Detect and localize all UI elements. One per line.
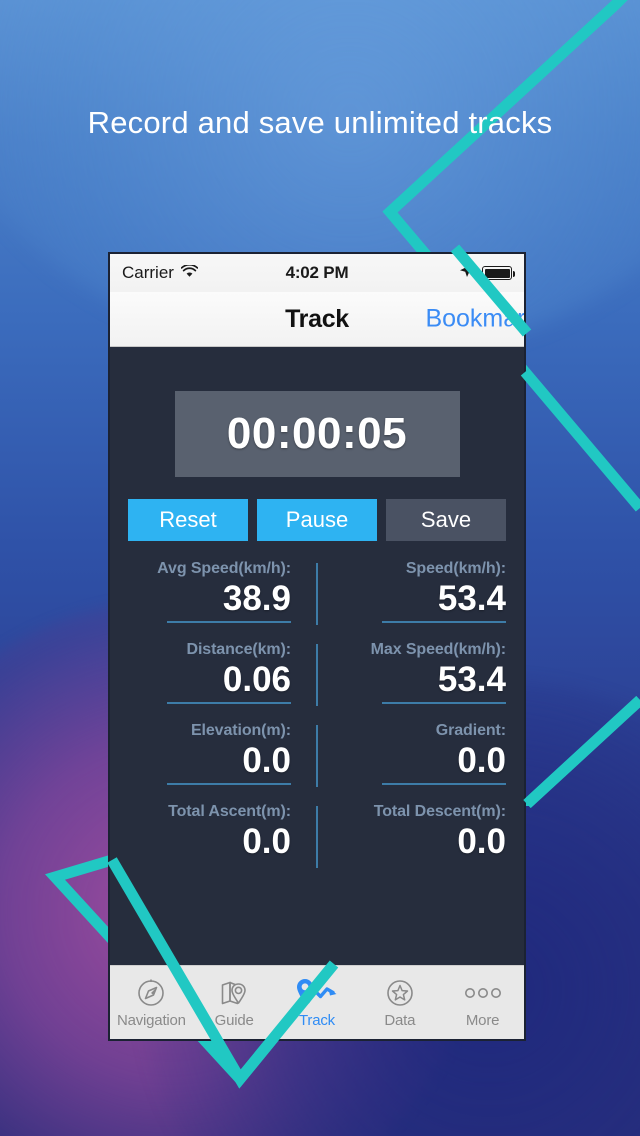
stat-underline — [167, 621, 291, 623]
ellipsis-icon — [464, 976, 502, 1010]
stat-underline — [167, 864, 291, 866]
stat-cell-gradient: Gradient: 0.0 — [317, 721, 506, 802]
promo-screenshot: Record and save unlimited tracks Carrier… — [0, 0, 640, 1136]
stat-label: Speed(km/h): — [405, 560, 506, 577]
stat-cell-distance: Distance(km): 0.06 — [128, 640, 317, 721]
track-screen-content: 00:00:05 Reset Pause Save Avg Speed(km/h… — [110, 347, 524, 967]
stat-value: 0.06 — [222, 660, 291, 699]
status-bar-right — [459, 263, 515, 283]
location-arrow-icon — [459, 263, 474, 283]
stats-grid: Avg Speed(km/h): 38.9 Speed(km/h): 53.4 … — [110, 541, 524, 883]
stat-label: Distance(km): — [186, 641, 291, 658]
column-divider — [316, 806, 318, 868]
stat-row: Avg Speed(km/h): 38.9 Speed(km/h): 53.4 — [128, 559, 506, 640]
controls-row: Reset Pause Save — [110, 477, 524, 541]
stat-label: Avg Speed(km/h): — [157, 560, 291, 577]
stat-row: Total Ascent(m): 0.0 Total Descent(m): 0… — [128, 802, 506, 883]
timer-container: 00:00:05 — [110, 347, 524, 477]
nav-title: Track — [285, 304, 349, 333]
stat-value: 53.4 — [437, 579, 506, 618]
phone-mockup: Carrier 4:02 PM Track Bookmar 00:00:05 R… — [108, 252, 526, 1041]
stat-value: 0.0 — [457, 741, 506, 780]
map-icon — [219, 976, 249, 1010]
tab-label: More — [465, 1012, 500, 1029]
stat-underline — [382, 783, 506, 785]
tab-guide[interactable]: Guide — [193, 966, 276, 1039]
stat-cell-total-ascent: Total Ascent(m): 0.0 — [128, 802, 317, 883]
stat-underline — [382, 702, 506, 704]
tab-label: Track — [299, 1012, 335, 1029]
stat-cell-elevation: Elevation(m): 0.0 — [128, 721, 317, 802]
stat-label: Elevation(m): — [190, 722, 291, 739]
column-divider — [316, 725, 318, 787]
stat-value: 0.0 — [242, 741, 291, 780]
stat-value: 0.0 — [242, 822, 291, 861]
stat-label: Total Ascent(m): — [168, 803, 291, 820]
track-pin-route-icon — [295, 976, 339, 1010]
stat-label: Max Speed(km/h): — [370, 641, 506, 658]
stat-label: Total Descent(m): — [373, 803, 506, 820]
timer-value: 00:00:05 — [226, 409, 408, 458]
bookmark-button[interactable]: Bookmark — [425, 305, 524, 334]
stat-cell-total-descent: Total Descent(m): 0.0 — [317, 802, 506, 883]
stat-cell-speed: Speed(km/h): 53.4 — [317, 559, 506, 640]
timer-panel: 00:00:05 — [174, 391, 460, 477]
save-button[interactable]: Save — [386, 499, 506, 541]
stat-label: Gradient: — [435, 722, 506, 739]
column-divider — [316, 563, 318, 625]
stat-underline — [382, 864, 506, 866]
stat-row: Distance(km): 0.06 Max Speed(km/h): 53.4 — [128, 640, 506, 721]
pause-button[interactable]: Pause — [257, 499, 377, 541]
tab-label: Data — [384, 1012, 416, 1029]
tab-data[interactable]: Data — [358, 966, 441, 1039]
reset-button[interactable]: Reset — [128, 499, 248, 541]
stat-underline — [382, 621, 506, 623]
tab-more[interactable]: More — [441, 966, 524, 1039]
stat-underline — [167, 783, 291, 785]
stat-value: 38.9 — [222, 579, 291, 618]
tab-label: Guide — [214, 1012, 254, 1029]
battery-full-icon — [482, 266, 515, 280]
stat-cell-max-speed: Max Speed(km/h): 53.4 — [317, 640, 506, 721]
compass-icon — [136, 976, 166, 1010]
tab-label: Navigation — [116, 1012, 186, 1029]
page-title: Record and save unlimited tracks — [87, 105, 553, 140]
stat-cell-avg-speed: Avg Speed(km/h): 38.9 — [128, 559, 317, 640]
stat-row: Elevation(m): 0.0 Gradient: 0.0 — [128, 721, 506, 802]
navigation-bar: Track Bookmark — [110, 292, 524, 347]
tab-navigation[interactable]: Navigation — [110, 966, 193, 1039]
star-circle-icon — [385, 976, 415, 1010]
column-divider — [316, 644, 318, 706]
status-bar: Carrier 4:02 PM — [110, 254, 524, 292]
tab-bar: Navigation Guide Track Data More — [110, 965, 524, 1039]
stat-value: 53.4 — [437, 660, 506, 699]
stat-underline — [167, 702, 291, 704]
stat-value: 0.0 — [457, 822, 506, 861]
tab-track[interactable]: Track — [276, 966, 359, 1039]
